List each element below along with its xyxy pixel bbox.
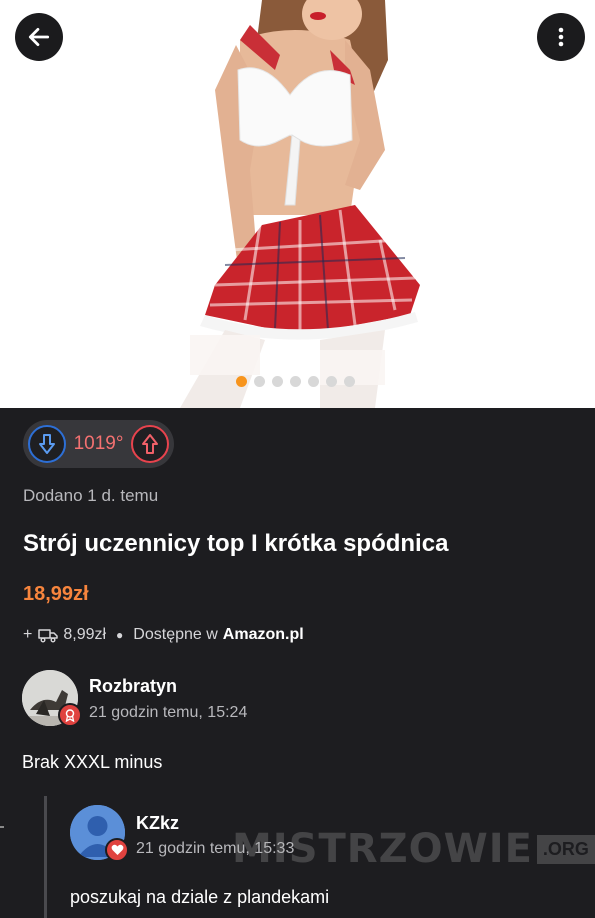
gallery-pagination [236,376,355,387]
separator-dot: ● [116,628,124,642]
arrow-up-icon [142,434,158,454]
deal-title: Strój uczennicy top I krótka spódnica [23,530,449,557]
gallery-dot[interactable] [326,376,337,387]
more-vertical-icon [558,27,564,47]
gallery-dot[interactable] [272,376,283,387]
deal-temperature: 1019° [73,433,124,454]
comment-time: 21 godzin temu, 15:33 [136,840,295,857]
shipping-row: + 8,99zł ● Dostępne w Amazon.pl [23,626,304,644]
gallery-dot[interactable] [290,376,301,387]
badge-icon [58,703,82,727]
product-photo [0,0,595,408]
shipping-prefix: + [23,626,33,643]
more-options-button[interactable] [537,13,585,61]
downvote-button[interactable] [28,425,66,463]
availability-label: Dostępne w [133,626,218,643]
gallery-dot[interactable] [344,376,355,387]
shipping-cost: 8,99zł [63,626,107,643]
comment-text: poszukaj na dziale z plandekami [70,887,330,907]
arrow-left-icon [28,28,50,46]
comment-time: 21 godzin temu, 15:24 [89,704,248,721]
heart-badge-icon [105,838,129,862]
comment-author[interactable]: KZkz [136,813,179,834]
delivery-truck-icon [38,629,59,643]
back-button[interactable] [15,13,63,61]
edge-marker [0,826,4,828]
comment-text: Brak XXXL minus [22,752,163,772]
comment-author[interactable]: Rozbratyn [89,676,177,697]
product-image-gallery[interactable] [0,0,595,408]
deal-price: 18,99zł [23,583,89,605]
watermark-suffix: .ORG [536,834,595,864]
gallery-dot[interactable] [236,376,247,387]
upvote-button[interactable] [131,425,169,463]
vote-widget: 1019° [23,420,174,468]
gallery-dot[interactable] [254,376,265,387]
reply-thread-line [44,796,47,918]
gallery-dot[interactable] [308,376,319,387]
arrow-down-icon [39,434,55,454]
store-link[interactable]: Amazon.pl [223,626,304,644]
posted-time: Dodano 1 d. temu [23,486,159,505]
